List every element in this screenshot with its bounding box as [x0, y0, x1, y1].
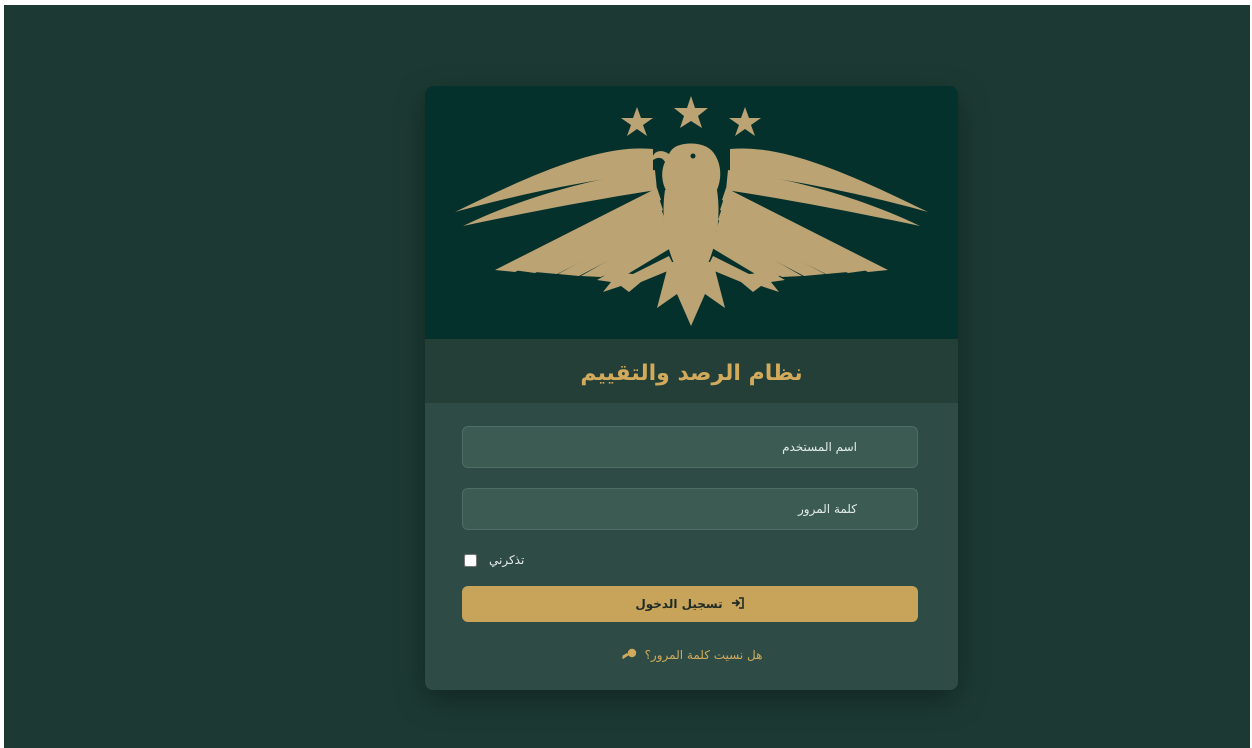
- star-icon: [621, 107, 653, 136]
- login-form: تذكرني تسجيل الدخول هل: [425, 403, 958, 690]
- forgot-password-label: هل نسيت كلمة المرور؟: [644, 648, 763, 662]
- login-button-label: تسجيل الدخول: [635, 597, 723, 611]
- sign-in-icon: [731, 597, 745, 611]
- login-card: نظام الرصد والتقييم تذكرني تسجيل الدخول: [425, 86, 958, 690]
- remember-me-checkbox[interactable]: [462, 553, 479, 567]
- page-title: نظام الرصد والتقييم: [580, 360, 803, 386]
- page-background: نظام الرصد والتقييم تذكرني تسجيل الدخول: [4, 5, 1250, 748]
- emblem-panel: [425, 86, 958, 339]
- star-icon: [674, 96, 708, 128]
- remember-me-row: تذكرني: [462, 551, 524, 569]
- username-input[interactable]: [462, 426, 918, 468]
- key-icon: [621, 648, 637, 663]
- password-input[interactable]: [462, 488, 918, 530]
- login-button[interactable]: تسجيل الدخول: [462, 586, 918, 622]
- remember-me-label[interactable]: تذكرني: [489, 553, 524, 567]
- forgot-password-link[interactable]: هل نسيت كلمة المرور؟: [425, 646, 958, 664]
- star-icon: [729, 107, 761, 136]
- title-band: نظام الرصد والتقييم: [425, 339, 958, 403]
- eagle-emblem-icon: [455, 96, 928, 326]
